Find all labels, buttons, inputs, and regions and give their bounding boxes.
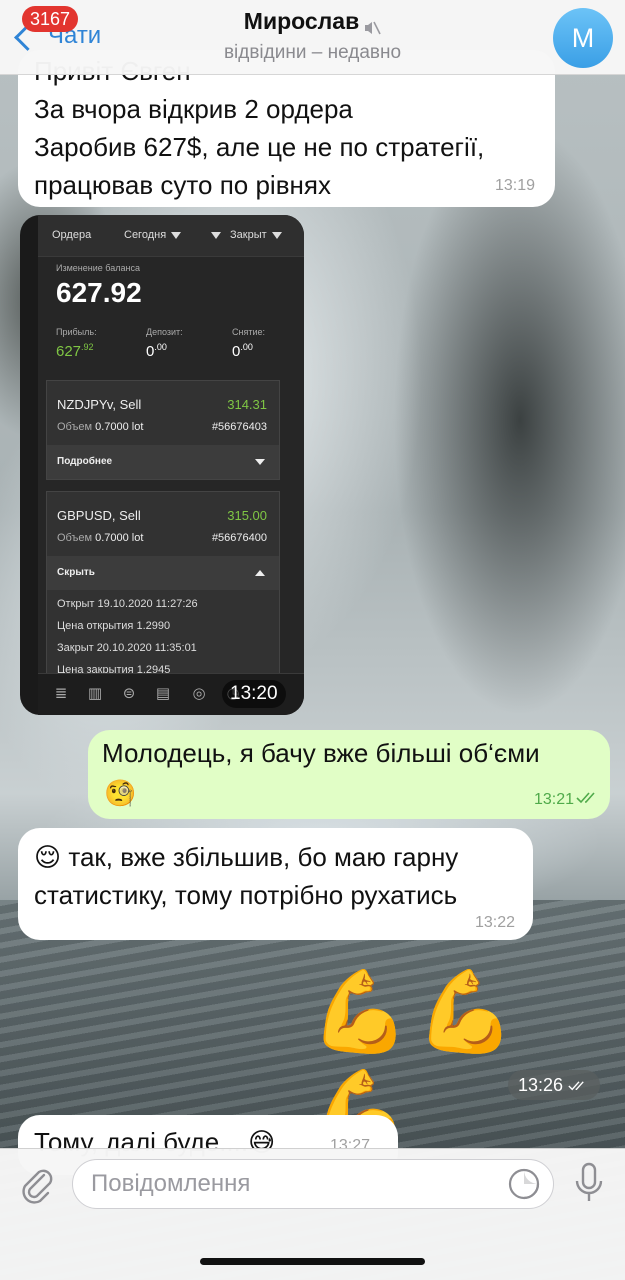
toggle-label: Подробнее <box>57 456 113 467</box>
order-detail-line: Закрыт 20.10.2020 11:35:01 <box>57 642 197 654</box>
status-filter-label: Закрыт <box>230 229 267 241</box>
chart-icon: ▥ <box>87 685 103 702</box>
message-text: Молодець, я бачу вже більші об‘єми <box>102 738 540 768</box>
message-bubble-outgoing[interactable]: Молодець, я бачу вже більші об‘єми 🧐 13:… <box>88 730 610 819</box>
order-card: GBPUSD, Sell 315.00 Объем 0.7000 lot #56… <box>46 491 280 681</box>
read-ticks-icon <box>568 1081 584 1091</box>
withdraw-label: Снятие: <box>232 327 265 337</box>
message-time: 13:19 <box>494 177 535 194</box>
order-symbol: NZDJPYv, Sell <box>57 397 142 412</box>
sticker-icon[interactable] <box>507 1167 541 1201</box>
profit-value: 627.92 <box>56 342 94 360</box>
order-volume: Объем 0.7000 lot <box>57 421 144 433</box>
dropdown-arrow-icon <box>271 231 282 239</box>
deposit-label: Депозит: <box>146 327 183 337</box>
read-ticks-icon <box>576 792 595 804</box>
order-details-toggle: Скрыть <box>47 556 279 590</box>
tab-orders: Ордера <box>52 229 92 241</box>
balance-change-label: Изменение баланса <box>56 263 140 273</box>
message-time-pill: 13:26 <box>508 1070 601 1100</box>
contact-name: Мирослав <box>243 8 360 34</box>
order-ticket: #56676400 <box>211 532 267 544</box>
order-symbol: GBPUSD, Sell <box>57 508 141 523</box>
order-profit: 315.00 <box>227 508 267 523</box>
last-seen-status: відвідини – недавно <box>223 42 402 63</box>
trading-app-screenshot: Ордера Сегодня Закрыт Изменение баланса … <box>38 215 304 715</box>
message-input[interactable] <box>91 1168 491 1200</box>
message-time: 13:21 <box>533 791 574 808</box>
list-icon: ≣ <box>54 685 68 702</box>
order-details-toggle: Подробнее <box>47 445 279 479</box>
profile-icon: ◎ <box>192 685 206 702</box>
balance-change-value: 627.92 <box>56 277 142 308</box>
muted-icon <box>363 15 381 35</box>
paperclip-icon[interactable] <box>14 1161 58 1205</box>
message-bubble-incoming[interactable]: 😌 так, вже збільшив, бо маю гарну статис… <box>18 828 533 940</box>
money-icon: ▤ <box>155 685 171 702</box>
dropdown-arrow-icon <box>206 229 221 241</box>
period-filter-label: Сегодня <box>124 229 167 241</box>
order-detail-line: Открыт 19.10.2020 11:27:26 <box>57 598 198 610</box>
withdraw-value: 0.00 <box>232 342 253 360</box>
message-time: 13:20 <box>222 680 286 708</box>
monocle-face-emoji: 🧐 <box>104 778 137 808</box>
avatar[interactable]: М <box>553 8 613 68</box>
home-indicator[interactable] <box>200 1258 425 1265</box>
exchange-icon: ⊜ <box>122 685 136 702</box>
chevron-down-icon <box>255 459 265 465</box>
flexed-biceps-sticker[interactable]: 💪💪💪 <box>310 962 610 1156</box>
deposit-value: 0.00 <box>146 342 167 360</box>
chat-header: Чати 3167 Мирослав відвідини – недавно М <box>0 0 625 75</box>
order-profit: 314.31 <box>227 397 267 412</box>
message-text: 😌 так, вже збільшив, бо маю гарну статис… <box>34 842 459 910</box>
message-time: 13:26 <box>518 1075 564 1095</box>
order-card: NZDJPYv, Sell 314.31 Объем 0.7000 lot #5… <box>46 380 280 480</box>
chevron-up-icon <box>255 570 265 576</box>
order-detail-line: Цена открытия 1.2990 <box>57 620 171 632</box>
order-ticket: #56676403 <box>211 421 267 433</box>
toggle-label: Скрыть <box>57 567 95 578</box>
microphone-icon[interactable] <box>572 1161 606 1207</box>
status-filter: Закрыт <box>230 229 282 241</box>
message-time: 13:22 <box>474 914 515 931</box>
unread-badge: 3167 <box>22 6 79 32</box>
chat-title[interactable]: Мирослав <box>0 8 625 35</box>
period-filter: Сегодня <box>124 229 182 241</box>
dropdown-arrow-icon <box>171 231 182 239</box>
screenshot-top-bar: Ордера Сегодня Закрыт <box>38 215 304 257</box>
profit-label: Прибыль: <box>56 327 97 337</box>
image-message[interactable]: Ордера Сегодня Закрыт Изменение баланса … <box>20 215 304 715</box>
order-volume: Объем 0.7000 lot <box>57 532 144 544</box>
message-field[interactable] <box>72 1159 554 1209</box>
